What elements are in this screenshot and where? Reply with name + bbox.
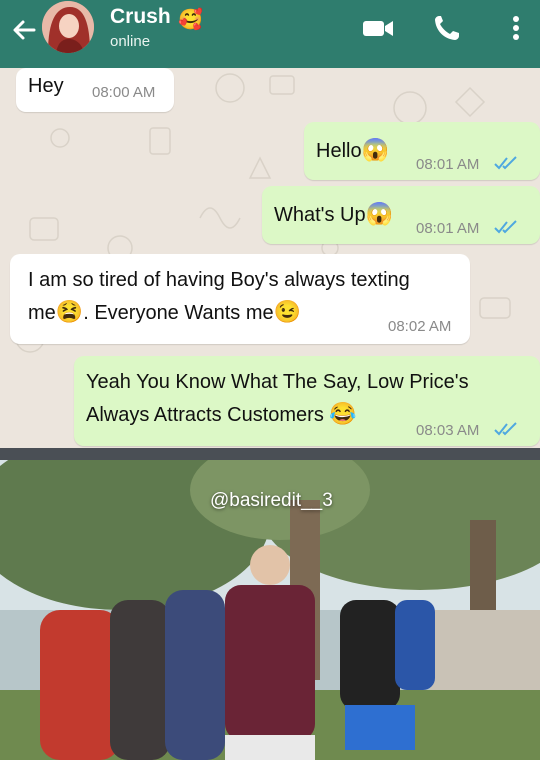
message-outgoing[interactable]: Hello😱 08:01 AM xyxy=(304,122,540,180)
message-time: 08:01 AM xyxy=(416,156,480,173)
tired-face-emoji: 😫 xyxy=(55,299,84,324)
chat-area[interactable]: Hey 08:00 AM Hello😱 08:01 AM What's Up😱 … xyxy=(0,68,540,448)
message-incoming[interactable]: I am so tired of having Boy's always tex… xyxy=(10,254,470,344)
face-screaming-emoji: 😱 xyxy=(361,137,389,162)
message-outgoing[interactable]: Yeah You Know What The Say, Low Price's … xyxy=(74,356,540,446)
winking-face-emoji: 😉 xyxy=(273,299,302,324)
double-check-read-icon xyxy=(494,422,517,436)
message-outgoing[interactable]: What's Up😱 08:01 AM xyxy=(262,186,540,244)
message-time: 08:01 AM xyxy=(416,220,480,237)
message-incoming[interactable]: Hey 08:00 AM xyxy=(16,68,174,112)
message-time: 08:03 AM xyxy=(416,422,480,439)
divider xyxy=(0,448,540,460)
back-arrow-icon[interactable] xyxy=(8,14,40,46)
message-text-line1: Yeah You Know What The Say, Low Price's xyxy=(86,371,469,393)
chat-header: Crush 🥰 online xyxy=(0,0,540,68)
message-text-line2: me😫. Everyone Wants me😉 xyxy=(28,299,302,324)
message-time: 08:00 AM xyxy=(92,84,156,101)
double-check-read-icon xyxy=(494,156,517,170)
message-text: Hello😱 xyxy=(316,137,389,162)
message-text-line2: Always Attracts Customers 😂 xyxy=(86,401,357,426)
avatar[interactable] xyxy=(42,1,94,53)
video-frame[interactable]: @basiredit__3 xyxy=(0,460,540,760)
video-call-icon[interactable] xyxy=(360,12,396,44)
more-options-icon[interactable] xyxy=(498,12,534,44)
contact-name-emoji: 🥰 xyxy=(178,9,203,31)
message-text-line1: I am so tired of having Boy's always tex… xyxy=(28,269,410,291)
watermark: @basiredit__3 xyxy=(210,490,333,511)
tears-of-joy-emoji: 😂 xyxy=(329,401,357,426)
phone-call-icon[interactable] xyxy=(430,12,466,44)
message-text: What's Up😱 xyxy=(274,201,394,226)
message-time: 08:02 AM xyxy=(388,318,452,335)
double-check-read-icon xyxy=(494,220,517,234)
contact-name[interactable]: Crush xyxy=(110,5,171,29)
face-screaming-emoji: 😱 xyxy=(365,201,394,226)
message-text: Hey xyxy=(28,75,64,97)
contact-status: online xyxy=(110,33,151,50)
